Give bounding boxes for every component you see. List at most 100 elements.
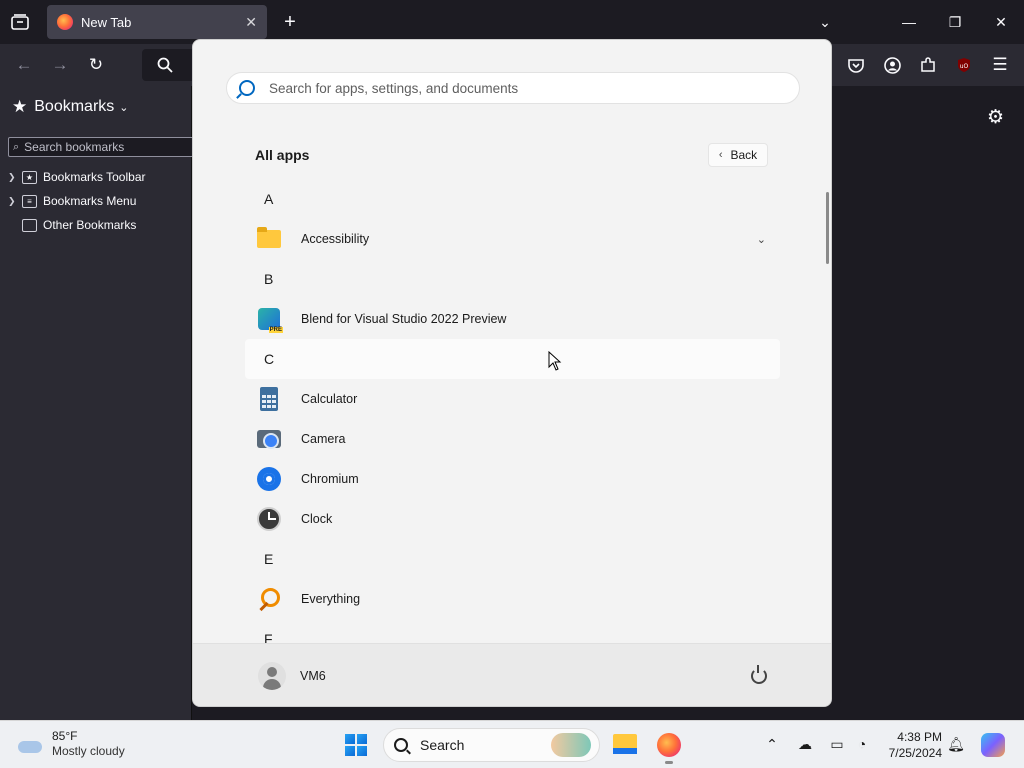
app-name: Clock [301, 512, 333, 526]
display-icon[interactable]: ▭ [828, 736, 846, 753]
taskbar-search-label: Search [420, 737, 465, 753]
star-icon: ★ [12, 97, 28, 116]
sidebar-title: Bookmarks [34, 98, 115, 115]
bookmarks-sidebar: ★ Bookmarks ⌄ ⌕ Search bookmarks ❯ ★ Boo… [0, 86, 198, 720]
pocket-icon[interactable] [844, 53, 868, 77]
start-search-input[interactable] [269, 80, 749, 96]
back-button[interactable]: ‹ Back [708, 143, 768, 167]
user-name: VM6 [300, 669, 326, 683]
hamburger-menu-icon[interactable]: ☰ [988, 53, 1012, 77]
start-footer: VM6 [193, 643, 831, 706]
bookmark-label: Bookmarks Menu [43, 194, 137, 208]
extensions-icon[interactable] [916, 53, 940, 77]
start-button[interactable] [345, 734, 367, 756]
power-icon[interactable] [751, 665, 767, 684]
firefox-view-icon [11, 14, 29, 30]
user-account-button[interactable]: VM6 [258, 662, 326, 690]
search-icon: ⌕ [13, 140, 20, 153]
letter-header-e[interactable]: E [245, 539, 780, 579]
start-search-box[interactable] [226, 72, 800, 104]
chromium-icon [257, 467, 281, 491]
app-item-accessibility[interactable]: Accessibility ⌄ [245, 219, 780, 259]
tab-strip: New Tab ✕ + ⌄ — ❐ ✕ [0, 0, 1024, 44]
chevron-right-icon[interactable]: ❯ [8, 172, 22, 183]
firefox-logo-icon [57, 14, 73, 30]
new-tab-button[interactable]: + [279, 10, 301, 34]
clock-date: 7/25/2024 [888, 746, 942, 760]
app-name: Camera [301, 432, 346, 446]
firefox-taskbar-icon[interactable] [657, 733, 681, 764]
all-apps-heading: All apps [255, 147, 310, 163]
chevron-down-icon[interactable]: ⌄ [757, 233, 766, 246]
app-item-chromium[interactable]: Chromium [245, 459, 780, 499]
tab-title: New Tab [81, 14, 132, 30]
bookmark-label: Bookmarks Toolbar [43, 170, 146, 184]
system-clock[interactable]: 4:38 PM 7/25/2024 [884, 729, 942, 761]
weather-widget[interactable]: 85°F Mostly cloudy [16, 729, 125, 759]
clock-icon [257, 507, 281, 531]
restore-icon[interactable]: ❐ [943, 10, 967, 34]
network-icon[interactable]: ◔ [853, 736, 871, 752]
letter-header-a[interactable]: A [245, 179, 780, 219]
blend-icon: PRE [257, 307, 283, 333]
search-icon [394, 738, 408, 752]
account-icon[interactable] [880, 53, 904, 77]
weather-desc: Mostly cloudy [52, 744, 125, 758]
chevron-left-icon: ‹ [718, 149, 723, 161]
forward-arrow-icon[interactable]: → [48, 53, 72, 77]
firefox-view-button[interactable] [8, 10, 32, 34]
tab-close-icon[interactable]: ✕ [245, 14, 257, 31]
window-close-icon[interactable]: ✕ [989, 10, 1013, 34]
gear-icon[interactable]: ⚙ [987, 106, 1004, 129]
app-item-clock[interactable]: Clock [245, 499, 780, 539]
camera-icon [257, 427, 281, 451]
search-icon [157, 57, 173, 73]
bookmark-item-toolbar[interactable]: ❯ ★ Bookmarks Toolbar [8, 168, 146, 186]
everything-icon [257, 587, 281, 611]
bookmark-item-other[interactable]: Other Bookmarks [8, 216, 136, 234]
start-menu: All apps ‹ Back A Accessibility ⌄ B PRE … [192, 39, 832, 707]
file-explorer-icon[interactable] [613, 734, 637, 754]
chevron-down-icon: ⌄ [119, 101, 129, 114]
reload-icon[interactable]: ↻ [84, 53, 108, 77]
taskbar: 85°F Mostly cloudy Search ⌃ ☁ ▭ ◔ 4:38 P… [0, 720, 1024, 768]
svg-text:uO: uO [960, 63, 969, 70]
clock-time: 4:38 PM [897, 730, 942, 744]
onedrive-offline-icon[interactable]: ☁ [796, 736, 814, 753]
star-folder-icon: ★ [22, 170, 37, 184]
app-item-camera[interactable]: Camera [245, 419, 780, 459]
minimize-icon[interactable]: — [897, 10, 921, 34]
app-item-calculator[interactable]: Calculator [245, 379, 780, 419]
search-highlight-image [551, 733, 591, 757]
all-apps-list: A Accessibility ⌄ B PRE Blend for Visual… [245, 179, 780, 643]
letter-header-c[interactable]: C [245, 339, 780, 379]
scrollbar-thumb[interactable] [826, 192, 829, 264]
bookmark-item-menu[interactable]: ❯ ≡ Bookmarks Menu [8, 192, 136, 210]
copilot-icon[interactable] [981, 733, 1005, 757]
taskbar-search-box[interactable]: Search [383, 728, 600, 762]
app-name: Chromium [301, 472, 359, 486]
app-item-everything[interactable]: Everything [245, 579, 780, 619]
app-name: Calculator [301, 392, 358, 406]
list-all-tabs-icon[interactable]: ⌄ [813, 10, 837, 34]
folder-icon [22, 218, 37, 232]
ublock-origin-icon[interactable]: uO [952, 53, 976, 77]
folder-icon [257, 227, 281, 251]
bookmarks-search-input[interactable]: ⌕ Search bookmarks [8, 137, 198, 157]
search-icon [239, 80, 255, 96]
app-name: Accessibility [301, 232, 370, 246]
calculator-icon [257, 387, 281, 411]
letter-header-f[interactable]: F [245, 619, 780, 643]
notification-bell-icon[interactable]: 🔔︎ [947, 736, 965, 753]
bookmarks-search-placeholder: Search bookmarks [24, 140, 125, 154]
tab-new-tab[interactable]: New Tab ✕ [47, 5, 267, 39]
sidebar-switcher[interactable]: ★ Bookmarks ⌄ [12, 97, 129, 117]
app-name: Everything [301, 592, 361, 606]
chevron-up-icon[interactable]: ⌃ [763, 736, 781, 753]
back-arrow-icon[interactable]: ← [12, 53, 36, 77]
chevron-right-icon[interactable]: ❯ [8, 196, 22, 207]
letter-header-b[interactable]: B [245, 259, 780, 299]
avatar [258, 662, 286, 690]
app-item-blend[interactable]: PRE Blend for Visual Studio 2022 Preview [245, 299, 780, 339]
partly-cloudy-icon [16, 735, 44, 753]
